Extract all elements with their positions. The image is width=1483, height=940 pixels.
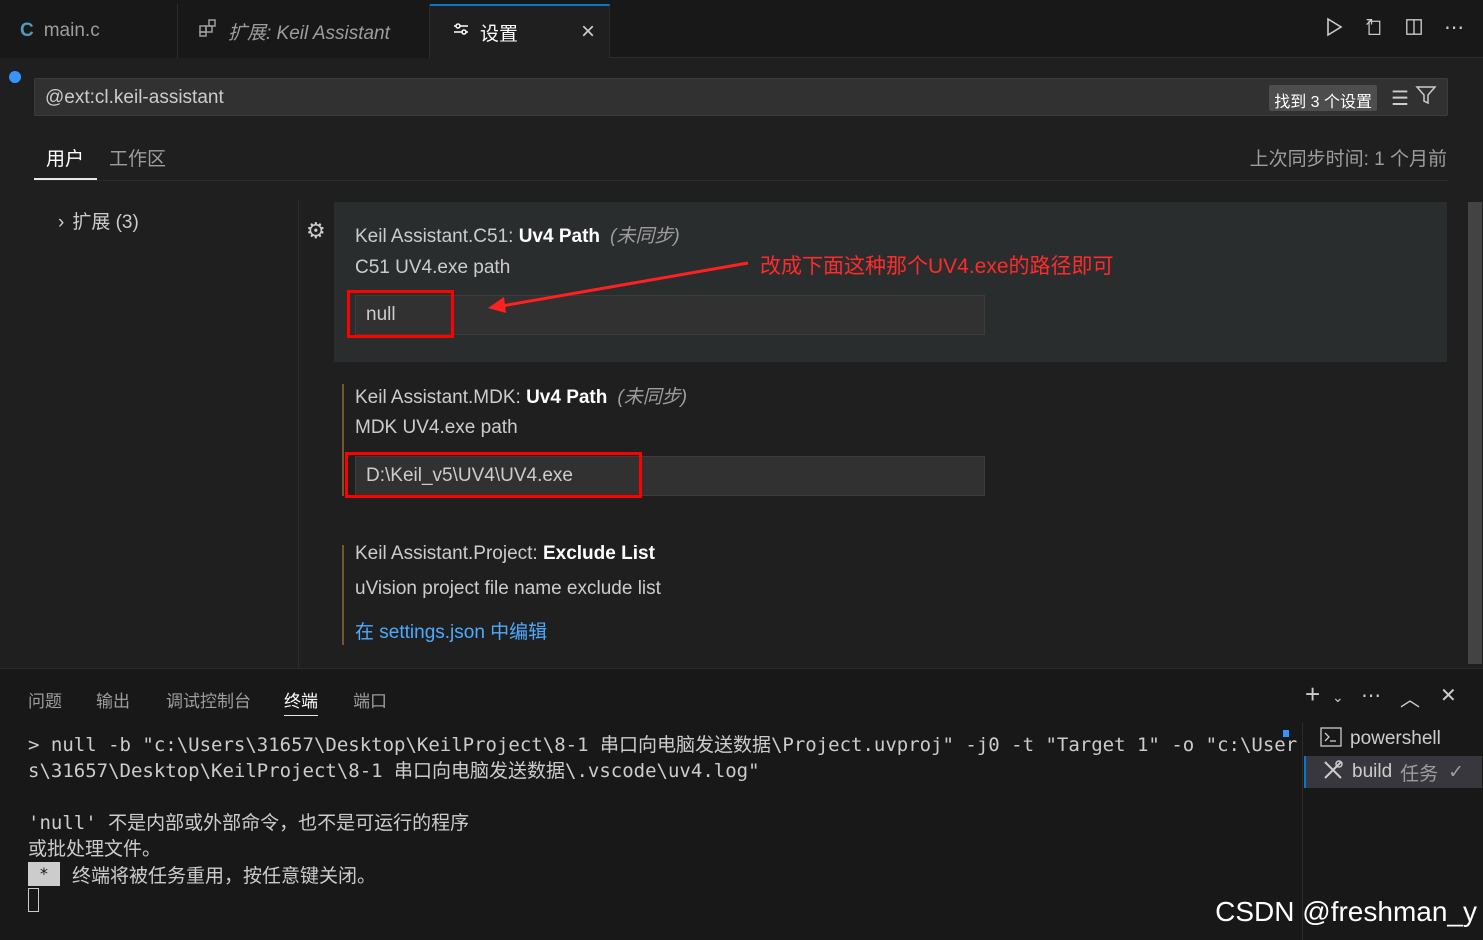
chevron-down-icon[interactable]: ⌄ <box>1332 689 1344 706</box>
more-actions-icon[interactable]: ⋯ <box>1361 683 1381 708</box>
search-result-count: 找到 3 个设置 <box>1269 85 1377 111</box>
terminal-scroll-indicator <box>1283 730 1289 737</box>
editor-tab-bar: C main.c 扩展: Keil Assistant 设置 × ⋯ <box>0 0 1483 58</box>
panel-tab-debug-console[interactable]: 调试控制台 <box>166 687 251 712</box>
filter-icon[interactable] <box>1415 84 1437 112</box>
tools-icon <box>1322 759 1344 786</box>
sync-status: (未同步) <box>610 226 680 247</box>
maximize-panel-icon[interactable]: ︿ <box>1400 683 1420 712</box>
terminal-label: build <box>1352 761 1393 782</box>
panel-tab-ports[interactable]: 端口 <box>353 687 387 712</box>
toc-divider <box>298 200 299 668</box>
more-actions-icon[interactable]: ⋯ <box>1444 16 1464 39</box>
setting-name: Exclude List <box>542 543 655 564</box>
setting-title-exclude-list: Keil Assistant.Project: Exclude List <box>355 543 655 565</box>
tab-main-c[interactable]: C main.c <box>0 4 178 58</box>
tab-user[interactable]: 用户 <box>46 144 84 171</box>
tab-label: main.c <box>43 20 100 41</box>
close-panel-icon[interactable]: ✕ <box>1440 683 1457 708</box>
setting-name: Uv4 Path <box>526 387 608 408</box>
split-editor-icon[interactable] <box>1405 16 1423 38</box>
c-file-icon: C <box>20 20 34 41</box>
terminal-item-build[interactable]: build 任务 ✓ <box>1304 756 1482 788</box>
gear-icon[interactable]: ⚙ <box>306 218 326 244</box>
terminal-cursor <box>28 888 39 912</box>
divider <box>34 180 1448 181</box>
tab-workspace[interactable]: 工作区 <box>109 144 166 171</box>
terminal-reuse-marker: * <box>28 862 60 886</box>
annotation-box-null <box>347 290 454 338</box>
modified-indicator <box>342 545 344 645</box>
edit-in-settings-json-link[interactable]: 在 settings.json 中编辑 <box>355 617 547 644</box>
open-settings-json-icon[interactable] <box>1365 16 1383 38</box>
terminal-item-powershell[interactable]: powershell <box>1304 723 1482 755</box>
last-sync-time: 上次同步时间: 1 个月前 <box>1249 149 1447 170</box>
editor-actions: ⋯ <box>1325 16 1464 39</box>
setting-prefix: Keil Assistant.Project: <box>355 543 543 564</box>
setting-prefix: Keil Assistant.MDK: <box>355 387 527 408</box>
new-terminal-icon[interactable]: + <box>1305 679 1320 710</box>
setting-prefix: Keil Assistant.C51: <box>355 226 519 247</box>
terminal-line: 或批处理文件。 <box>28 838 162 860</box>
sync-status: (未同步) <box>617 387 688 408</box>
terminal-line: ​ <box>28 784 1284 810</box>
terminal-icon <box>1320 726 1342 752</box>
annotation-box-mdk-path <box>345 452 642 498</box>
settings-editor-icon <box>452 20 470 44</box>
terminal-line: > null -b "c:\Users\31657\Desktop\KeilPr… <box>28 734 1298 756</box>
annotation-text: 改成下面这种那个UV4.exe的路径即可 <box>760 255 1114 278</box>
terminal-label: powershell <box>1350 728 1441 749</box>
tab-extension-keil[interactable]: 扩展: Keil Assistant <box>178 4 430 58</box>
setting-description: MDK UV4.exe path <box>355 417 518 438</box>
tab-label: 扩展: Keil Assistant <box>228 22 390 44</box>
settings-search[interactable]: @ext:cl.keil-assistant 找到 3 个设置 ☰ <box>34 78 1448 116</box>
search-input[interactable]: @ext:cl.keil-assistant <box>45 87 224 109</box>
settings-scrollbar[interactable] <box>1468 202 1482 664</box>
check-icon: ✓ <box>1448 761 1465 783</box>
toc-item-extensions[interactable]: › 扩展 (3) <box>58 207 139 234</box>
extensions-icon <box>198 18 218 44</box>
terminal-reuse-message: 终端将被任务重用，按任意键关闭。 <box>72 865 377 887</box>
annotation-arrow <box>488 261 749 313</box>
chevron-right-icon: › <box>58 212 65 233</box>
panel-tab-problems[interactable]: 问题 <box>28 687 62 712</box>
clear-filter-icon[interactable]: ☰ <box>1391 86 1409 111</box>
command-status-dot <box>9 71 21 83</box>
setting-title-mdk: Keil Assistant.MDK: Uv4 Path (未同步) <box>355 382 687 409</box>
panel-tab-output[interactable]: 输出 <box>96 687 130 712</box>
terminal-sublabel: 任务 <box>1400 763 1439 785</box>
watermark: CSDN @freshman_y <box>1215 896 1477 927</box>
run-icon[interactable] <box>1325 16 1343 38</box>
setting-title-c51: Keil Assistant.C51: Uv4 Path (未同步) <box>355 221 680 248</box>
close-icon[interactable]: × <box>581 18 595 46</box>
setting-description: uVision project file name exclude list <box>355 578 661 599</box>
tab-label: 设置 <box>480 23 519 45</box>
setting-name: Uv4 Path <box>518 226 601 247</box>
modified-indicator <box>342 384 344 496</box>
terminal-output[interactable]: > null -b "c:\Users\31657\Desktop\KeilPr… <box>28 732 1298 862</box>
tab-settings[interactable]: 设置 × <box>430 4 610 58</box>
terminal-line: s\31657\Desktop\KeilProject\8-1 串口向电脑发送数… <box>28 760 760 782</box>
terminal-line: 'null' 不是内部或外部命令，也不是可运行的程序 <box>28 812 470 834</box>
toc-label: 扩展 (3) <box>72 212 139 233</box>
panel-tab-terminal[interactable]: 终端 <box>284 687 318 716</box>
